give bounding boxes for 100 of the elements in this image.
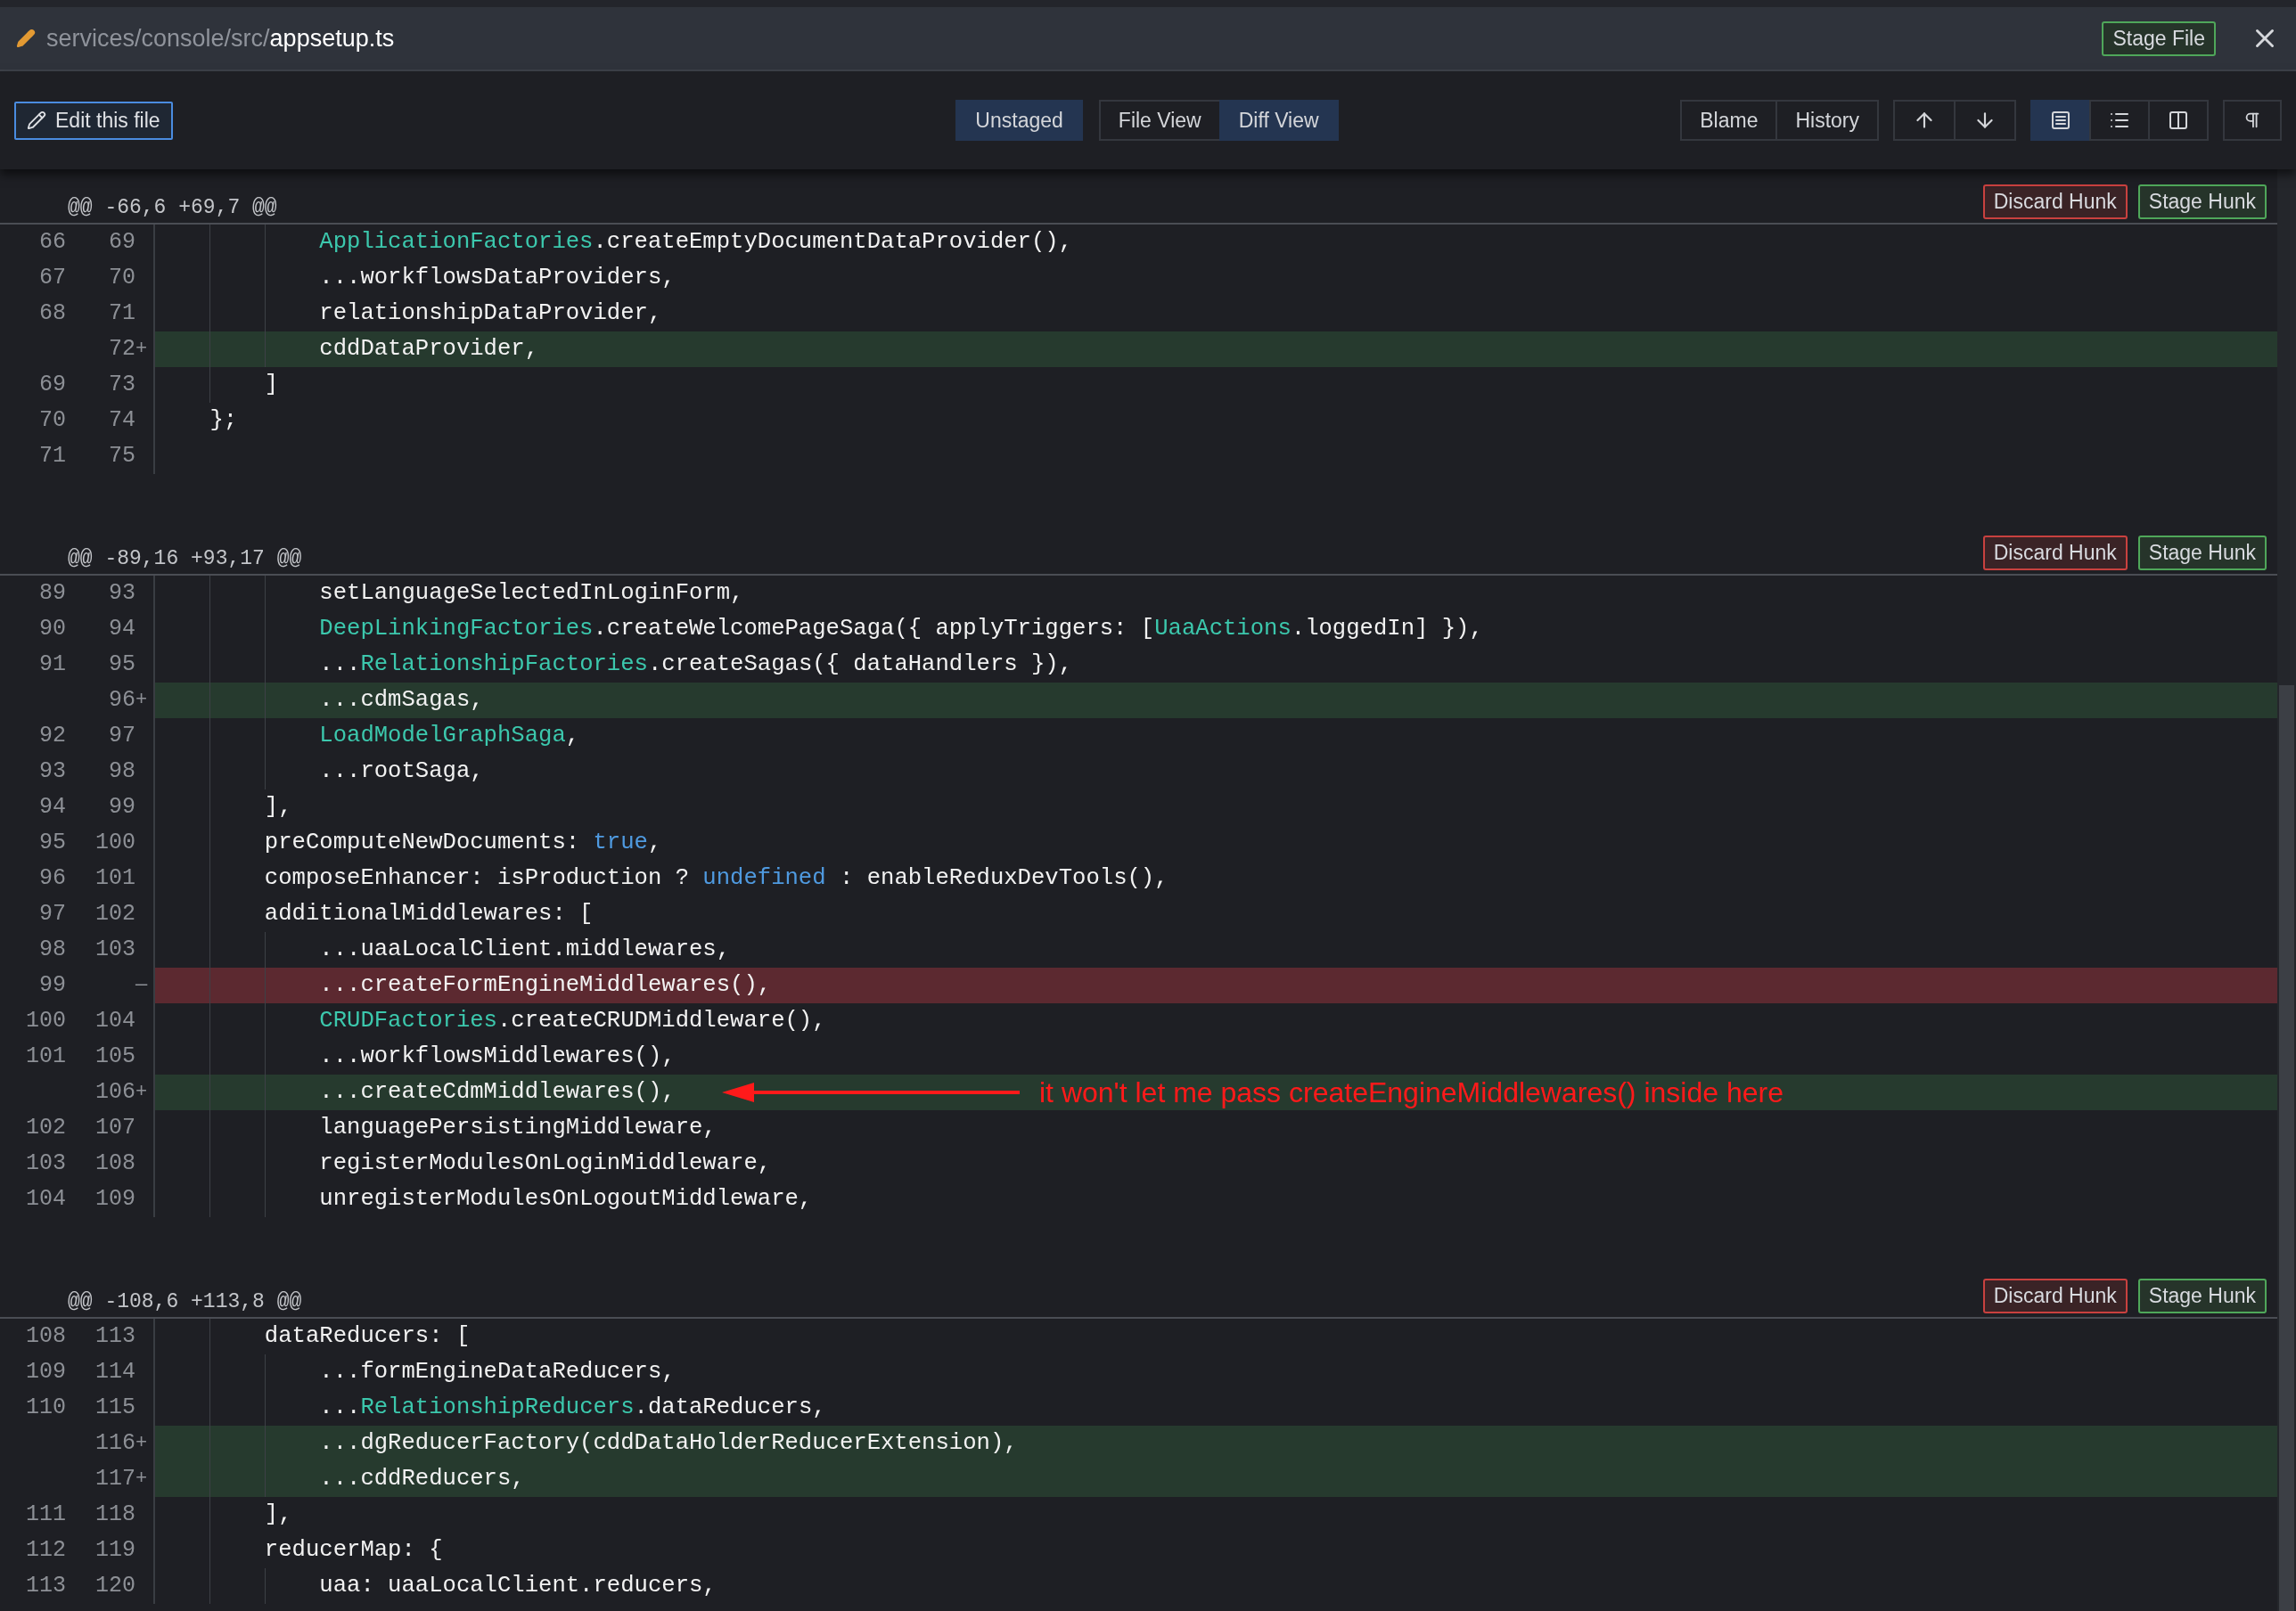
- line-number: 71: [108, 299, 135, 328]
- code-line: LoadModelGraphSaga,: [318, 723, 580, 748]
- previous-change-button[interactable]: [1893, 100, 1956, 141]
- code-line: DeepLinkingFactories.createWelcomePageSaga({ applyTriggers: [UaaActions.loggedIn] }),: [318, 616, 1483, 642]
- line-number: 108: [94, 1149, 135, 1178]
- line-number: 91: [38, 650, 67, 679]
- line-number: 98: [38, 936, 67, 964]
- code-line: registerModulesOnLoginMiddleware,: [318, 1150, 772, 1176]
- line-number: 95: [108, 650, 135, 679]
- line-number: 105: [94, 1043, 135, 1071]
- scrollbar[interactable]: [2277, 169, 2296, 1611]
- stage-hunk-button[interactable]: Stage Hunk: [2137, 535, 2267, 570]
- line-number: 89: [38, 579, 67, 608]
- code-line: ...cddReducers,: [318, 1466, 525, 1492]
- line-number: 70: [108, 264, 135, 292]
- code-line: uaa: uaaLocalClient.reducers,: [318, 1573, 717, 1599]
- list-box-icon: [2050, 110, 2071, 131]
- line-number: 94: [108, 615, 135, 643]
- stage-hunk-button[interactable]: Stage Hunk: [2137, 184, 2267, 219]
- line-number: 97: [108, 722, 135, 750]
- discard-hunk-button[interactable]: Discard Hunk: [1982, 535, 2128, 570]
- edit-file-button[interactable]: Edit this file: [14, 101, 173, 140]
- whitespace-button[interactable]: [2223, 100, 2282, 141]
- line-number: 67: [38, 264, 67, 292]
- history-button[interactable]: Blame: [1680, 100, 1778, 141]
- code-line: ],: [263, 1501, 292, 1527]
- line-number: 109: [94, 1185, 135, 1214]
- stage-hunk-button[interactable]: Stage Hunk: [2137, 1278, 2267, 1313]
- line-number: 97: [38, 900, 67, 928]
- code-line: ...uaaLocalClient.middlewares,: [318, 936, 731, 962]
- history-button[interactable]: History: [1775, 100, 1879, 141]
- code-line: languagePersistingMiddleware,: [318, 1115, 717, 1141]
- discard-hunk-button[interactable]: Discard Hunk: [1982, 184, 2128, 219]
- line-number: 102: [94, 900, 135, 928]
- code-line: cddDataProvider,: [318, 336, 539, 362]
- line-number: 110: [25, 1394, 67, 1422]
- line-number: 99: [108, 793, 135, 822]
- line-number: 104: [25, 1185, 67, 1214]
- code-line: ApplicationFactories.createEmptyDocumentDataProvider(),: [318, 229, 1073, 255]
- diff-sign: +: [135, 1467, 149, 1492]
- annotation-text: it won't let me pass createEngineMiddlewares() inside here: [1039, 1075, 1784, 1109]
- line-number: 69: [38, 371, 67, 399]
- line-number: 112: [25, 1536, 67, 1565]
- line-number: 96: [38, 864, 67, 893]
- line-number: 68: [38, 299, 67, 328]
- code-line: ...RelationshipFactories.createSagas({ dataHandlers }),: [318, 651, 1073, 677]
- line-number: 108: [25, 1322, 67, 1351]
- code-line: ...dgReducerFactory(cddDataHolderReducerExtension),: [318, 1430, 1018, 1456]
- line-number: 93: [108, 579, 135, 608]
- line-number: 116: [94, 1429, 135, 1458]
- line-number: 103: [94, 936, 135, 964]
- line-number: 71: [38, 442, 67, 470]
- line-number: 90: [38, 615, 67, 643]
- line-number: 66: [38, 228, 67, 257]
- discard-hunk-button[interactable]: Discard Hunk: [1982, 1278, 2128, 1313]
- hunk-header: @@ -66,6 +69,7 @@: [68, 195, 278, 219]
- line-number: 107: [94, 1114, 135, 1142]
- line-number: 95: [38, 829, 67, 857]
- line-number: 120: [94, 1572, 135, 1600]
- stage-file-button[interactable]: Stage File: [2102, 20, 2216, 56]
- code-line: relationshipDataProvider,: [318, 300, 662, 326]
- diff-sign: +: [135, 1080, 149, 1105]
- line-number: 111: [25, 1501, 67, 1529]
- file-path: services/console/src/appsetup.ts: [46, 24, 396, 53]
- pencil-icon: [16, 29, 36, 48]
- stage-selector[interactable]: Unstaged: [955, 100, 1083, 141]
- line-number: 100: [94, 829, 135, 857]
- line-number: 113: [25, 1572, 67, 1600]
- code-line: dataReducers: [: [263, 1323, 471, 1349]
- line-number: 69: [108, 228, 135, 257]
- diff-sign: +: [135, 1431, 149, 1456]
- code-line: ...createCdmMiddlewares(),: [318, 1079, 676, 1105]
- line-number: 100: [25, 1007, 67, 1035]
- diff-sign: +: [135, 688, 149, 713]
- line-number: 93: [38, 757, 67, 786]
- code-line: preComputeNewDocuments: true,: [263, 830, 662, 855]
- line-number: 101: [25, 1043, 67, 1071]
- layout-button[interactable]: [2030, 100, 2091, 141]
- line-number: 99: [38, 971, 67, 1000]
- columns-icon: [2168, 110, 2189, 131]
- layout-button[interactable]: [2148, 100, 2209, 141]
- line-number: 72: [108, 335, 135, 364]
- line-number: 98: [108, 757, 135, 786]
- hunk-header: @@ -89,16 +93,17 @@: [68, 546, 303, 570]
- view-tab[interactable]: Diff View: [1218, 100, 1339, 141]
- diff-sign: —: [135, 973, 149, 998]
- line-number: 114: [94, 1358, 135, 1386]
- line-number: 101: [94, 864, 135, 893]
- diff-sign: +: [135, 337, 149, 362]
- code-line: ...formEngineDataReducers,: [318, 1359, 676, 1385]
- next-change-button[interactable]: [1954, 100, 2016, 141]
- line-number: 73: [108, 371, 135, 399]
- line-number: 117: [94, 1465, 135, 1493]
- code-line: ...workflowsDataProviders,: [318, 265, 676, 290]
- line-number: 115: [94, 1394, 135, 1422]
- code-line: ...cdmSagas,: [318, 687, 484, 713]
- line-number: 70: [38, 406, 67, 435]
- line-number: 118: [94, 1501, 135, 1529]
- layout-button[interactable]: [2089, 100, 2150, 141]
- line-number: 102: [25, 1114, 67, 1142]
